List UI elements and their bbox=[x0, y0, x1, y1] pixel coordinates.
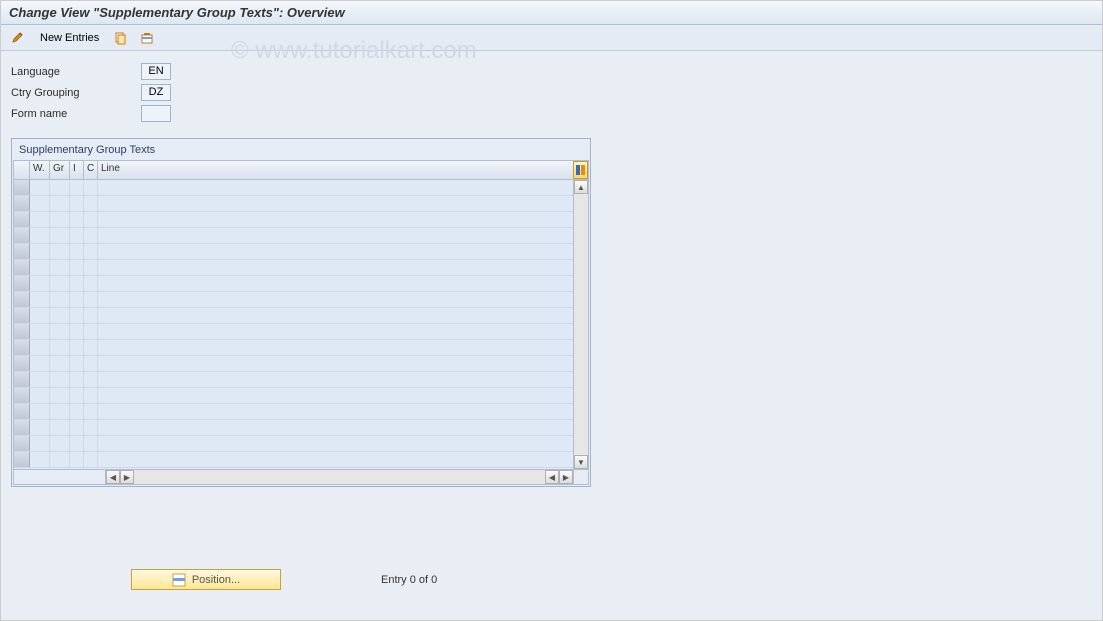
table-row[interactable] bbox=[14, 372, 573, 388]
language-field[interactable]: EN bbox=[141, 63, 171, 80]
table-row[interactable] bbox=[14, 420, 573, 436]
table-row[interactable] bbox=[14, 388, 573, 404]
scroll-right-button[interactable]: ▶ bbox=[559, 470, 573, 484]
form-name-field[interactable] bbox=[141, 105, 171, 122]
table-row[interactable] bbox=[14, 244, 573, 260]
scroll-left-end-button[interactable]: ◀ bbox=[545, 470, 559, 484]
grid-panel: Supplementary Group Texts W. Gr I C Line… bbox=[11, 138, 591, 487]
horizontal-scrollbar-area: ◀ ▶ ◀ ▶ bbox=[13, 470, 589, 485]
table-row[interactable] bbox=[14, 324, 573, 340]
triangle-left-icon: ◀ bbox=[110, 473, 116, 482]
col-gr[interactable]: Gr bbox=[50, 161, 70, 179]
triangle-down-icon: ▼ bbox=[577, 458, 585, 467]
language-label: Language bbox=[11, 66, 141, 78]
delete-button[interactable] bbox=[136, 28, 158, 48]
position-label: Position... bbox=[192, 574, 240, 586]
table-settings-button[interactable] bbox=[573, 161, 588, 179]
triangle-right-icon: ▶ bbox=[124, 473, 130, 482]
triangle-left-icon: ◀ bbox=[549, 473, 555, 482]
vertical-scrollbar[interactable]: ▲ ▼ bbox=[573, 180, 588, 469]
copy-button[interactable] bbox=[110, 28, 132, 48]
title-bar: Change View "Supplementary Group Texts":… bbox=[1, 1, 1102, 25]
table-row[interactable] bbox=[14, 404, 573, 420]
position-icon bbox=[172, 573, 186, 587]
toolbar: New Entries bbox=[1, 25, 1102, 51]
table-row[interactable] bbox=[14, 196, 573, 212]
horizontal-scrollbar[interactable]: ◀ ▶ ◀ ▶ bbox=[106, 470, 573, 484]
table-row[interactable] bbox=[14, 308, 573, 324]
header-form: Language EN Ctry Grouping DZ Form name bbox=[1, 51, 1102, 130]
scroll-up-button[interactable]: ▲ bbox=[574, 180, 588, 194]
table-row[interactable] bbox=[14, 260, 573, 276]
col-i[interactable]: I bbox=[70, 161, 84, 179]
entry-count-text: Entry 0 of 0 bbox=[381, 574, 437, 586]
scroll-left-button[interactable]: ◀ bbox=[106, 470, 120, 484]
col-line[interactable]: Line bbox=[98, 161, 573, 179]
delete-icon bbox=[140, 31, 154, 45]
new-entries-button[interactable]: New Entries bbox=[33, 28, 106, 48]
triangle-up-icon: ▲ bbox=[577, 183, 585, 192]
change-button[interactable] bbox=[7, 28, 29, 48]
table-row[interactable] bbox=[14, 436, 573, 452]
table-row[interactable] bbox=[14, 452, 573, 468]
grid-body: ▲ ▼ bbox=[13, 180, 589, 470]
form-name-label: Form name bbox=[11, 108, 141, 120]
grid-panel-title: Supplementary Group Texts bbox=[13, 140, 589, 160]
scroll-right-inner-button[interactable]: ▶ bbox=[120, 470, 134, 484]
col-select[interactable] bbox=[14, 161, 30, 179]
pencil-icon bbox=[11, 31, 25, 45]
table-row[interactable] bbox=[14, 276, 573, 292]
page-title: Change View "Supplementary Group Texts":… bbox=[9, 5, 345, 20]
table-row[interactable] bbox=[14, 340, 573, 356]
grid-footer: Position... Entry 0 of 0 bbox=[1, 569, 437, 590]
table-row[interactable] bbox=[14, 212, 573, 228]
ctry-grouping-field[interactable]: DZ bbox=[141, 84, 171, 101]
copy-icon bbox=[114, 31, 128, 45]
table-row[interactable] bbox=[14, 292, 573, 308]
triangle-right-icon: ▶ bbox=[563, 473, 569, 482]
ctry-grouping-label: Ctry Grouping bbox=[11, 87, 141, 99]
table-row[interactable] bbox=[14, 180, 573, 196]
col-c[interactable]: C bbox=[84, 161, 98, 179]
position-button[interactable]: Position... bbox=[131, 569, 281, 590]
new-entries-label: New Entries bbox=[40, 32, 99, 44]
table-row[interactable] bbox=[14, 356, 573, 372]
col-w[interactable]: W. bbox=[30, 161, 50, 179]
grid-header: W. Gr I C Line bbox=[13, 160, 589, 180]
table-settings-icon bbox=[576, 165, 586, 175]
scroll-down-button[interactable]: ▼ bbox=[574, 455, 588, 469]
table-row[interactable] bbox=[14, 228, 573, 244]
